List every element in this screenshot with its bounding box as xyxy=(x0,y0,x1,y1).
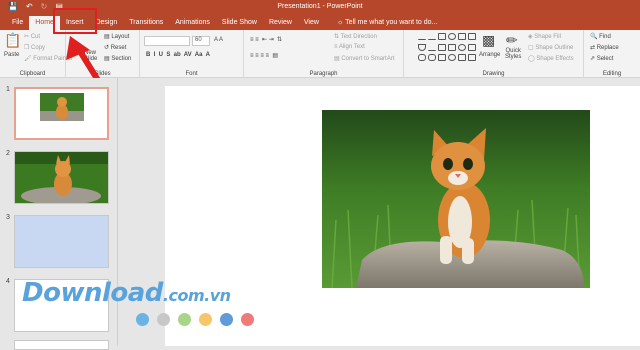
select-button[interactable]: ⇗ Select xyxy=(590,55,613,62)
tab-review[interactable]: Review xyxy=(263,16,298,30)
tab-slide-show[interactable]: Slide Show xyxy=(216,16,263,30)
shape-rect-icon[interactable] xyxy=(468,33,476,40)
editing-group-label: Editing xyxy=(602,71,622,77)
shape-rect-icon[interactable] xyxy=(438,54,446,62)
shapes-gallery[interactable] xyxy=(418,33,476,63)
shape-rect-icon[interactable] xyxy=(458,33,466,40)
dot-icon xyxy=(241,313,254,326)
copy-button[interactable]: ❐ Copy xyxy=(24,44,45,51)
shape-rect-icon[interactable] xyxy=(468,54,476,62)
replace-button[interactable]: ⇄ Replace xyxy=(590,44,619,51)
shape-oval-icon[interactable] xyxy=(448,54,456,62)
slide-thumbnail-1[interactable] xyxy=(14,87,109,140)
dot-icon xyxy=(220,313,233,326)
shape-oval-icon[interactable] xyxy=(448,33,456,40)
font-name-input[interactable] xyxy=(144,36,190,46)
tab-transitions[interactable]: Transitions xyxy=(123,16,169,30)
tell-me-search[interactable]: ☼ Tell me what you want to do... xyxy=(331,16,443,30)
shape-arrow-icon[interactable] xyxy=(448,43,456,51)
font-group: 60 A A B I U S ab AV Aa A Font xyxy=(140,30,244,78)
slide-number: 4 xyxy=(6,278,10,285)
dot-icon xyxy=(136,313,149,326)
arrange-icon[interactable]: ▩ xyxy=(482,32,495,49)
quick-styles-icon[interactable]: ✏ xyxy=(506,32,518,49)
shape-effects-button[interactable]: ◯ Shape Effects xyxy=(528,55,574,62)
shape-brace-icon[interactable] xyxy=(428,54,436,62)
tab-view[interactable]: View xyxy=(298,16,325,30)
bold-button[interactable]: B I U S ab AV Aa A xyxy=(146,52,210,58)
shape-brace-icon[interactable] xyxy=(418,54,426,62)
slide-number: 1 xyxy=(6,86,10,93)
grow-font-icon[interactable]: A A xyxy=(214,37,223,43)
shape-outline-button[interactable]: ▢ Shape Outline xyxy=(528,44,573,51)
shape-star-icon[interactable] xyxy=(458,43,466,51)
tab-file[interactable]: File xyxy=(6,16,29,30)
kitten-image xyxy=(322,110,590,288)
kitten-thumbnail-image xyxy=(40,93,84,121)
slide-thumbnail-2[interactable] xyxy=(14,151,109,205)
bullets-icon[interactable]: ≡ ≡ ⇤ ⇥ ⇅ xyxy=(250,36,282,43)
slide-number: 2 xyxy=(6,150,10,157)
shape-rect-icon[interactable] xyxy=(468,43,476,51)
shape-fill-button[interactable]: ◈ Shape Fill xyxy=(528,33,561,40)
dot-icon xyxy=(178,313,191,326)
cut-button[interactable]: ✂ Cut xyxy=(24,33,40,40)
tab-animations[interactable]: Animations xyxy=(169,16,216,30)
paragraph-group: ≡ ≡ ⇤ ⇥ ⇅ ≡ ≡ ≡ ≡ ▤ ⇅ Text Direction ≡ A… xyxy=(244,30,404,78)
font-group-label: Font xyxy=(185,71,198,77)
slide-thumbnail-5[interactable] xyxy=(14,340,109,350)
dot-icon xyxy=(199,313,212,326)
find-button[interactable]: 🔍 Find xyxy=(590,33,611,40)
text-direction-button[interactable]: ⇅ Text Direction xyxy=(334,33,377,40)
paragraph-group-label: Paragraph xyxy=(309,71,338,77)
shape-line-icon[interactable] xyxy=(428,33,436,40)
shape-arrow-icon[interactable] xyxy=(438,43,446,51)
editing-group: 🔍 Find ⇄ Replace ⇗ Select Editing xyxy=(584,30,640,78)
kitten-thumbnail-image xyxy=(15,152,108,205)
arrange-button[interactable]: Arrange xyxy=(479,52,500,58)
align-icons[interactable]: ≡ ≡ ≡ ≡ ▤ xyxy=(250,52,278,59)
slide-number: 3 xyxy=(6,214,10,221)
align-text-button[interactable]: ≡ Align Text xyxy=(334,44,365,50)
tell-me-label: Tell me what you want to do... xyxy=(345,19,438,26)
kitten-photo[interactable] xyxy=(322,110,590,288)
paste-button[interactable]: Paste xyxy=(4,52,19,58)
convert-smartart-button[interactable]: ▤ Convert to SmartArt xyxy=(334,55,394,62)
shape-line-icon[interactable] xyxy=(418,33,426,40)
dot-icon xyxy=(157,313,170,326)
clipboard-group-label: Clipboard xyxy=(19,71,46,77)
shape-rect-icon[interactable] xyxy=(458,54,466,62)
shape-rect-icon[interactable] xyxy=(438,33,446,40)
paste-icon[interactable]: 📋 xyxy=(4,32,21,49)
quick-styles-button[interactable]: Quick Styles xyxy=(505,48,521,60)
watermark-logo: Download.com.vn xyxy=(22,278,231,308)
watermark-dots xyxy=(136,313,254,326)
shape-line-icon[interactable] xyxy=(428,44,436,51)
slide-thumbnail-3[interactable] xyxy=(14,215,109,268)
lightbulb-icon: ☼ xyxy=(336,19,346,26)
shape-triangle-icon[interactable] xyxy=(418,43,426,51)
font-size-input[interactable]: 60 xyxy=(192,36,210,46)
drawing-group-label: Drawing xyxy=(482,71,505,77)
clipboard-group: 📋 Paste ✂ Cut ❐ Copy 🖌 Format Painter Cl… xyxy=(0,30,73,78)
highlight-box xyxy=(53,8,97,34)
